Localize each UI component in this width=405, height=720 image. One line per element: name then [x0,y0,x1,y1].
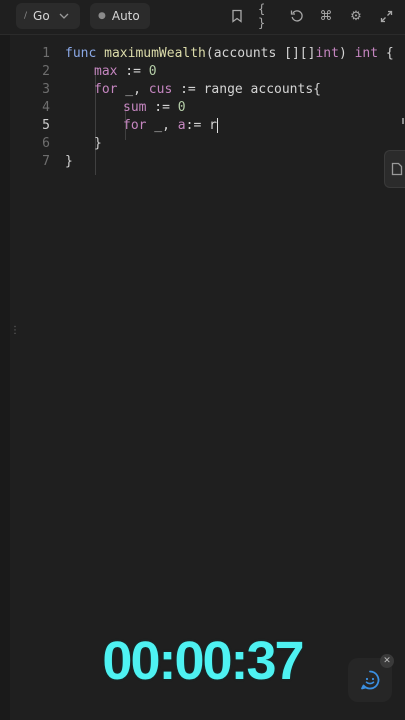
code-text: for _, cus := range accounts{ [94,82,321,97]
code-editor[interactable]: 1 func maximumWealth(accounts [][]int) i… [14,40,394,720]
slash-icon: / [24,11,28,21]
side-panel-tab[interactable] [384,150,405,188]
code-text: max := 0 [94,64,157,79]
reset-icon[interactable] [288,7,306,25]
expand-icon[interactable] [377,7,395,25]
code-text: for _, a:= r [123,118,218,133]
code-line-active: 5 for _, a:= r [14,117,386,135]
autocomplete-mode-button[interactable]: ● Auto [90,3,150,29]
code-text: func maximumWealth(accounts [][]int) int… [65,46,394,61]
language-label: Go [33,9,50,23]
code-text: } [65,154,73,169]
code-line: 7 } [14,153,386,171]
line-number: 6 [42,136,50,151]
panel-resize-handle[interactable]: ⋮ [0,0,20,720]
gear-icon[interactable]: ⚙ [347,7,365,25]
timer-overlay: 00:00:37 [102,631,304,691]
code-line: 4 sum := 0 [14,99,386,117]
code-line: 1 func maximumWealth(accounts [][]int) i… [14,45,394,63]
line-number: 7 [42,154,50,169]
file-icon [391,162,403,176]
code-text: sum := 0 [123,100,186,115]
line-number: 2 [42,64,50,79]
editor-toolbar: / Go ● Auto { } ⌘ ⚙ [0,0,405,35]
code-text: } [94,136,102,151]
chat-smile-icon [361,670,380,690]
braces-icon[interactable]: { } [258,2,276,30]
bookmark-icon[interactable] [228,7,246,25]
code-line: 2 max := 0 [14,63,386,81]
code-line: 3 for _, cus := range accounts{ [14,81,386,99]
text-cursor [216,118,218,133]
command-icon[interactable]: ⌘ [317,7,335,25]
mode-label: Auto [111,9,140,23]
line-number: 3 [42,82,50,97]
close-icon[interactable]: ✕ [380,654,394,668]
dot-icon: ● [98,11,106,21]
line-number: 4 [42,100,50,115]
chevron-down-icon [59,13,69,19]
line-number: 1 [42,46,50,61]
language-selector[interactable]: / Go [16,3,80,29]
line-number: 5 [42,118,50,133]
scroll-marker [402,118,404,124]
code-line: 6 } [14,135,386,153]
